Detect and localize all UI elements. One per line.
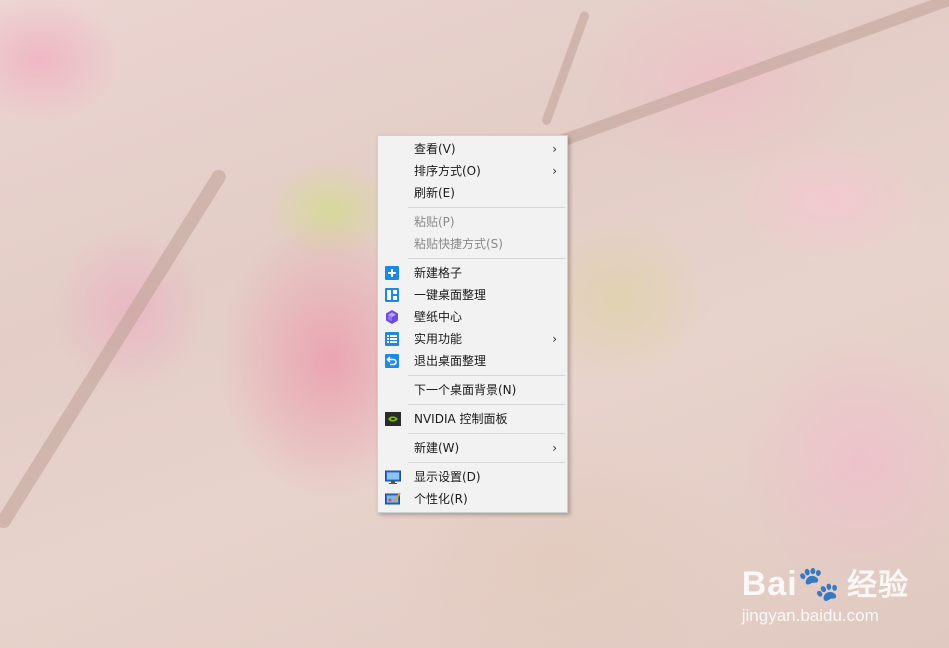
menu-item-wallpaper-center[interactable]: 壁纸中心 bbox=[378, 306, 567, 328]
chevron-right-icon: › bbox=[552, 142, 557, 156]
watermark-brand: Bai bbox=[741, 565, 798, 603]
menu-item-label: 刷新(E) bbox=[414, 186, 455, 200]
menu-item-refresh[interactable]: 刷新(E) bbox=[378, 182, 567, 204]
layout-grid-icon bbox=[385, 288, 399, 302]
menu-item-label: 排序方式(O) bbox=[414, 164, 481, 178]
branch-decoration bbox=[540, 10, 591, 127]
menu-separator bbox=[408, 404, 565, 405]
undo-icon bbox=[385, 354, 399, 368]
menu-item-label: 粘贴(P) bbox=[414, 215, 455, 229]
menu-item-label: 查看(V) bbox=[414, 142, 456, 156]
menu-item-label: 退出桌面整理 bbox=[414, 354, 487, 368]
menu-item-label: 下一个桌面背景(N) bbox=[414, 383, 517, 397]
desktop-context-menu: 查看(V) › 排序方式(O) › 刷新(E) 粘贴(P) 粘贴快捷方式(S) … bbox=[377, 135, 568, 513]
nvidia-icon bbox=[385, 412, 401, 426]
menu-item-view[interactable]: 查看(V) › bbox=[378, 138, 567, 160]
menu-item-next-background[interactable]: 下一个桌面背景(N) bbox=[378, 379, 567, 401]
menu-item-paste-shortcut: 粘贴快捷方式(S) bbox=[378, 233, 567, 255]
menu-item-label: 粘贴快捷方式(S) bbox=[414, 237, 503, 251]
menu-item-label: 个性化(R) bbox=[414, 492, 468, 506]
menu-item-personalize[interactable]: 个性化(R) bbox=[378, 488, 567, 510]
menu-item-exit-organizer[interactable]: 退出桌面整理 bbox=[378, 350, 567, 372]
list-icon bbox=[385, 332, 399, 346]
menu-item-label: 新建(W) bbox=[414, 441, 460, 455]
menu-separator bbox=[408, 207, 565, 208]
chevron-right-icon: › bbox=[552, 332, 557, 346]
menu-separator bbox=[408, 462, 565, 463]
chevron-right-icon: › bbox=[552, 441, 557, 455]
plus-square-icon bbox=[385, 266, 399, 280]
chevron-right-icon: › bbox=[552, 164, 557, 178]
menu-item-label: 实用功能 bbox=[414, 332, 463, 346]
cube-icon bbox=[385, 310, 399, 324]
menu-item-label: NVIDIA 控制面板 bbox=[414, 412, 508, 426]
watermark-brand-zh: 经验 bbox=[847, 569, 909, 602]
monitor-icon bbox=[385, 470, 401, 484]
menu-separator bbox=[408, 433, 565, 434]
menu-item-label: 一键桌面整理 bbox=[414, 288, 487, 302]
menu-item-utilities[interactable]: 实用功能 › bbox=[378, 328, 567, 350]
watermark-url: jingyan.baidu.com bbox=[741, 606, 879, 625]
menu-separator bbox=[408, 258, 565, 259]
menu-item-display-settings[interactable]: 显示设置(D) bbox=[378, 466, 567, 488]
menu-separator bbox=[408, 375, 565, 376]
menu-item-organize-desktop[interactable]: 一键桌面整理 bbox=[378, 284, 567, 306]
paw-icon: 🐾 bbox=[797, 565, 841, 603]
menu-item-new[interactable]: 新建(W) › bbox=[378, 437, 567, 459]
menu-item-label: 壁纸中心 bbox=[414, 310, 463, 324]
branch-decoration bbox=[0, 167, 229, 531]
baidu-jingyan-watermark: Bai🐾 经验 jingyan.baidu.com bbox=[742, 560, 909, 626]
menu-item-new-fence[interactable]: 新建格子 bbox=[378, 262, 567, 284]
menu-item-label: 显示设置(D) bbox=[414, 470, 481, 484]
menu-item-sort-by[interactable]: 排序方式(O) › bbox=[378, 160, 567, 182]
menu-item-label: 新建格子 bbox=[414, 266, 463, 280]
menu-item-nvidia-control-panel[interactable]: NVIDIA 控制面板 bbox=[378, 408, 567, 430]
menu-item-paste: 粘贴(P) bbox=[378, 211, 567, 233]
personalize-icon bbox=[385, 492, 401, 506]
